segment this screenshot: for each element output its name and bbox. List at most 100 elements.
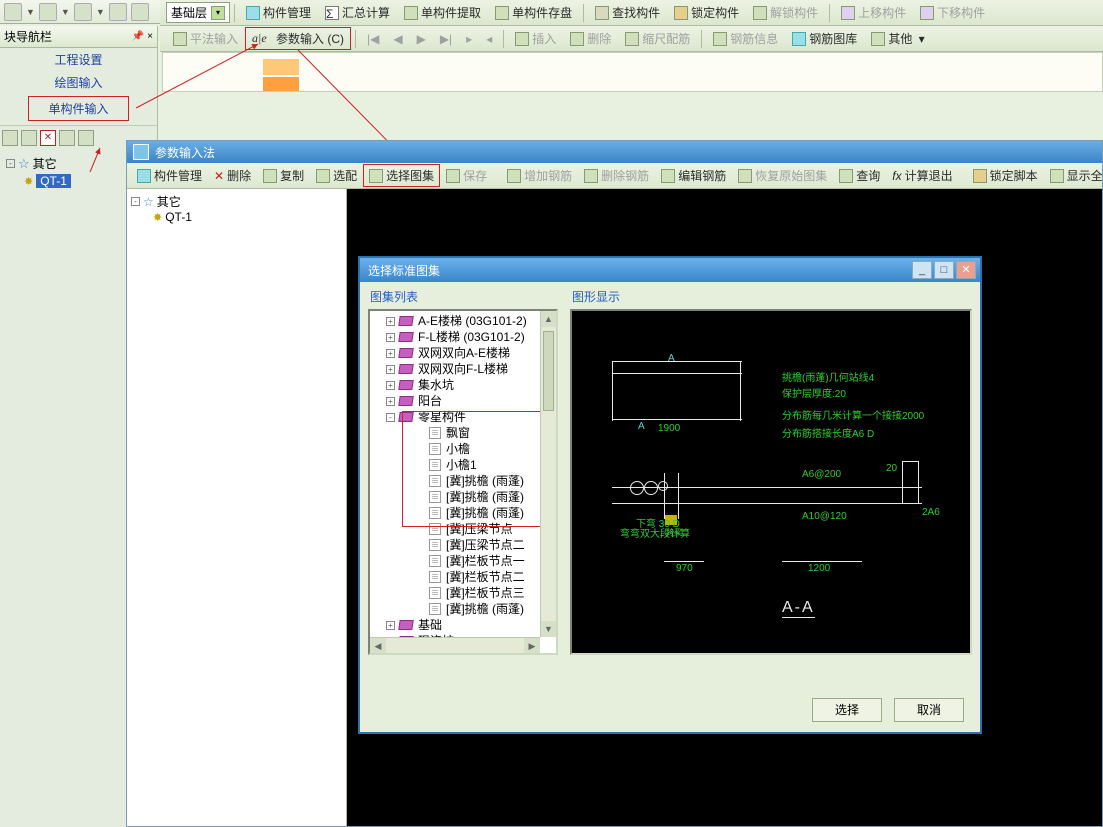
atlas-tree-item[interactable]: [冀]栏板节点二 xyxy=(372,569,554,585)
unlock-item-button[interactable]: 解锁构件 xyxy=(746,1,825,24)
drawing-view-label: 图形显示 xyxy=(570,286,972,309)
param-tree-root[interactable]: -☆其它 xyxy=(131,193,342,210)
atlas-tree-item[interactable]: +阳台 xyxy=(372,393,554,409)
maximize-button[interactable]: □ xyxy=(934,261,954,279)
param-tree-child[interactable]: ✸QT-1 xyxy=(131,210,342,224)
pm-edit-rebar[interactable]: 编辑钢筋 xyxy=(655,164,732,187)
nav-prev[interactable]: ◀ xyxy=(386,29,409,49)
lock-item-button[interactable]: 锁定构件 xyxy=(667,1,746,24)
select-atlas-dialog: 选择标准图集 _ □ ✕ 图集列表 +A-E楼梯 (03G101-2)+F-L楼… xyxy=(358,256,982,734)
atlas-tree-item[interactable]: [冀]压梁节点二 xyxy=(372,537,554,553)
pm-delete[interactable]: ✕删除 xyxy=(208,164,257,187)
atlas-tree-item[interactable]: [冀]挑檐 (雨蓬) xyxy=(372,601,554,617)
atlas-tree-item[interactable]: +双网双向F-L楼梯 xyxy=(372,361,554,377)
atlas-tree-item[interactable]: [冀]挑檐 (雨蓬) xyxy=(372,489,554,505)
redo-icon[interactable] xyxy=(131,3,149,21)
nav-fwd[interactable]: ▸ xyxy=(459,29,479,49)
move-down-button[interactable]: 下移构件 xyxy=(913,1,992,24)
atlas-tree-item[interactable]: -零星构件 xyxy=(372,409,554,425)
dialog-title: 选择标准图集 xyxy=(368,262,440,279)
cancel-button[interactable]: 取消 xyxy=(894,698,964,722)
vertical-scrollbar[interactable]: ▲▼ xyxy=(540,311,556,637)
layer-label: 基础层 xyxy=(171,4,207,21)
nav-item-project-settings[interactable]: 工程设置 xyxy=(0,48,157,71)
save-icon[interactable] xyxy=(74,3,92,21)
layer-selector[interactable]: 基础层 ▾ xyxy=(166,2,230,23)
pm-show-all[interactable]: 显示全图 xyxy=(1044,164,1102,187)
dialog-titlebar[interactable]: 选择标准图集 _ □ ✕ xyxy=(360,258,980,282)
param-tree-panel: -☆其它 ✸QT-1 xyxy=(127,189,347,826)
pm-match[interactable]: 选配 xyxy=(310,164,363,187)
toolbar-row-2: 平法输入 a|e 参数输入 (C) |◀ ◀ ▶ ▶| ▸ ◂ 插入 删除 缩尺… xyxy=(160,26,1103,52)
atlas-tree-item[interactable]: +双网双向A-E楼梯 xyxy=(372,345,554,361)
flat-input-button[interactable]: 平法输入 xyxy=(166,27,245,50)
toolbar-row-1: 基础层 ▾ 构件管理 Σ汇总计算 单构件提取 单构件存盘 查找构件 锁定构件 解… xyxy=(160,0,1103,26)
pm-calc-exit[interactable]: fx计算退出 xyxy=(886,164,958,187)
move-up-button[interactable]: 上移构件 xyxy=(834,1,913,24)
insert-button[interactable]: 插入 xyxy=(508,27,563,50)
undo-icon[interactable] xyxy=(109,3,127,21)
nav-icon-2[interactable] xyxy=(21,130,37,146)
pm-save[interactable]: 保存 xyxy=(440,164,493,187)
atlas-tree-item[interactable]: 飘窗 xyxy=(372,425,554,441)
single-save-button[interactable]: 单构件存盘 xyxy=(488,1,579,24)
sum-calc-button[interactable]: Σ汇总计算 xyxy=(318,1,397,24)
other-button[interactable]: 其他 ▾ xyxy=(864,27,931,50)
param-toolbar: 构件管理 ✕删除 复制 选配 选择图集 保存 增加钢筋 删除钢筋 编辑钢筋 恢复… xyxy=(127,163,1102,189)
nav-icon-delete[interactable]: ✕ xyxy=(40,130,56,146)
pm-item-manage[interactable]: 构件管理 xyxy=(131,164,208,187)
nav-icon-copy[interactable] xyxy=(59,130,75,146)
param-window-titlebar[interactable]: 参数输入法 xyxy=(127,141,1102,163)
atlas-tree[interactable]: +A-E楼梯 (03G101-2)+F-L楼梯 (03G101-2)+双网双向A… xyxy=(368,309,558,655)
param-window-title: 参数输入法 xyxy=(155,144,215,161)
pm-lock-script[interactable]: 锁定脚本 xyxy=(967,164,1044,187)
new-icon[interactable] xyxy=(4,3,22,21)
rebar-lib-button[interactable]: 钢筋图库 xyxy=(785,27,864,50)
param-input-button[interactable]: a|e 参数输入 (C) xyxy=(245,27,351,50)
horizontal-scrollbar[interactable]: ◀▶ xyxy=(370,637,540,653)
active-tab-lower[interactable] xyxy=(263,77,299,91)
pm-copy[interactable]: 复制 xyxy=(257,164,310,187)
pm-select-atlas[interactable]: 选择图集 xyxy=(363,164,440,187)
nav-back[interactable]: ◂ xyxy=(479,29,499,49)
nav-icon-paste[interactable] xyxy=(78,130,94,146)
atlas-tree-item[interactable]: +F-L楼梯 (03G101-2) xyxy=(372,329,554,345)
nav-first[interactable]: |◀ xyxy=(360,29,386,49)
nav-panel-title: 块导航栏 📌 × xyxy=(0,26,157,48)
atlas-tree-item[interactable]: +A-E楼梯 (03G101-2) xyxy=(372,313,554,329)
section-label: A-A xyxy=(782,599,815,618)
atlas-tree-item[interactable]: 小檐1 xyxy=(372,457,554,473)
pm-query[interactable]: 查询 xyxy=(833,164,886,187)
close-button[interactable]: ✕ xyxy=(956,261,976,279)
delete-button[interactable]: 删除 xyxy=(563,27,618,50)
pm-del-rebar[interactable]: 删除钢筋 xyxy=(578,164,655,187)
scale-rebar-button[interactable]: 缩尺配筋 xyxy=(618,27,697,50)
atlas-tree-item[interactable]: +基础 xyxy=(372,617,554,633)
single-extract-button[interactable]: 单构件提取 xyxy=(397,1,488,24)
nav-item-single-input[interactable]: 单构件输入 xyxy=(28,96,129,121)
atlas-tree-item[interactable]: [冀]压梁节点 xyxy=(372,521,554,537)
atlas-tree-item[interactable]: 小檐 xyxy=(372,441,554,457)
nav-last[interactable]: ▶| xyxy=(433,29,459,49)
atlas-tree-item[interactable]: [冀]栏板节点一 xyxy=(372,553,554,569)
pm-restore[interactable]: 恢复原始图集 xyxy=(732,164,833,187)
param-window-icon xyxy=(133,144,149,160)
open-icon[interactable] xyxy=(39,3,57,21)
tab-strip xyxy=(162,52,1103,92)
active-tab-upper[interactable] xyxy=(263,59,299,75)
atlas-tree-item[interactable]: +集水坑 xyxy=(372,377,554,393)
pm-add-rebar[interactable]: 增加钢筋 xyxy=(501,164,578,187)
nav-item-draw-input[interactable]: 绘图输入 xyxy=(0,71,157,94)
minimize-button[interactable]: _ xyxy=(912,261,932,279)
rebar-info-button[interactable]: 钢筋信息 xyxy=(706,27,785,50)
nav-icon-1[interactable] xyxy=(2,130,18,146)
pin-icon[interactable]: 📌 × xyxy=(132,31,153,42)
atlas-tree-item[interactable]: [冀]栏板节点三 xyxy=(372,585,554,601)
select-button[interactable]: 选择 xyxy=(812,698,882,722)
item-manage-button[interactable]: 构件管理 xyxy=(239,1,318,24)
atlas-tree-item[interactable]: [冀]挑檐 (雨蓬) xyxy=(372,473,554,489)
drawing-preview[interactable]: A A 1900 挑檐(雨蓬)几何站线4 保护层厚度:20 分布筋每几米计算一个… xyxy=(570,309,972,655)
atlas-tree-item[interactable]: [冀]挑檐 (雨蓬) xyxy=(372,505,554,521)
find-item-button[interactable]: 查找构件 xyxy=(588,1,667,24)
nav-next[interactable]: ▶ xyxy=(410,29,433,49)
